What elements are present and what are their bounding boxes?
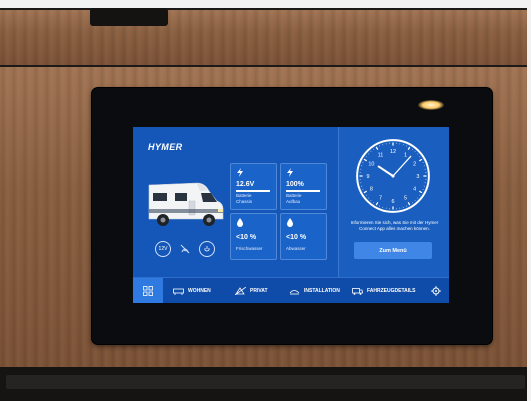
grid-icon bbox=[143, 286, 153, 296]
lightning-icon bbox=[287, 168, 293, 177]
zum-menu-button[interactable]: Zum Menü bbox=[354, 242, 432, 259]
clock-tick bbox=[411, 202, 413, 204]
wood-cabinet-top bbox=[0, 10, 531, 65]
clock-tick bbox=[419, 190, 423, 194]
tile-value: 12.6V bbox=[236, 181, 255, 188]
hour-hand bbox=[377, 165, 394, 177]
bottom-rail bbox=[0, 367, 531, 401]
lightning-icon bbox=[237, 168, 243, 177]
gear-icon[interactable] bbox=[431, 286, 441, 296]
connect-panel: 1 2 3 4 5 6 7 8 9 10 11 12 Informieren Sie sich, wa… bbox=[338, 127, 449, 277]
living-icon bbox=[173, 288, 184, 295]
status-icons-row: 12V bbox=[155, 241, 215, 257]
battery-12v-icon[interactable]: 12V bbox=[155, 241, 171, 257]
control-panel-screen: HYMER 12V 12.6V Batterie Chassis 100% Ba… bbox=[133, 127, 449, 303]
nav-label: PRIVAT bbox=[250, 288, 268, 294]
ceiling-light-reflection bbox=[418, 100, 444, 110]
clock-tick bbox=[419, 158, 423, 162]
nav-wohnen[interactable]: WOHNEN bbox=[173, 278, 211, 303]
clock-numeral: 3 bbox=[416, 174, 419, 180]
clock-tick bbox=[367, 197, 370, 199]
clock-numeral: 2 bbox=[413, 161, 416, 167]
tile-label: Batterie Chassis bbox=[236, 193, 253, 204]
bottom-navigation: WOHNEN PRIVAT INSTALLATION FAHRZEUGDETAI… bbox=[133, 277, 449, 303]
motorhome-image bbox=[148, 182, 224, 226]
clock-numeral: 7 bbox=[379, 196, 382, 202]
clock-numeral: 1 bbox=[404, 152, 407, 158]
hymer-logo: HYMER bbox=[148, 142, 183, 152]
tile-battery-aufbau[interactable]: 100% Batterie Aufbau bbox=[280, 163, 327, 210]
nav-label: WOHNEN bbox=[188, 288, 211, 294]
clock-numeral: 11 bbox=[378, 152, 384, 158]
clock-tick bbox=[370, 150, 372, 153]
home-grid-button[interactable] bbox=[133, 278, 163, 303]
clock-tick bbox=[363, 190, 367, 194]
tile-battery-chassis[interactable]: 12.6V Batterie Chassis bbox=[230, 163, 277, 210]
clock-tick bbox=[370, 199, 372, 202]
clock-numeral: 6 bbox=[391, 199, 394, 205]
nav-label: FAHRZEUGDETAILS bbox=[367, 288, 416, 294]
clock-tick bbox=[414, 150, 416, 153]
cabinet-handle bbox=[90, 8, 168, 26]
clock-numeral: 10 bbox=[368, 161, 374, 167]
water-drop-icon bbox=[237, 218, 243, 227]
clock-tick bbox=[373, 202, 375, 204]
tile-value: 100% bbox=[286, 181, 304, 188]
clock-tick bbox=[373, 148, 375, 150]
nav-installation[interactable]: INSTALLATION bbox=[289, 278, 340, 303]
clock-numeral: 5 bbox=[404, 196, 407, 202]
clock-tick bbox=[416, 153, 419, 155]
nav-fahrzeugdetails[interactable]: FAHRZEUGDETAILS bbox=[352, 278, 416, 303]
clock-tick bbox=[363, 158, 367, 162]
clock-tick bbox=[419, 156, 421, 158]
clock-tick bbox=[411, 148, 413, 150]
clock-tick bbox=[416, 197, 419, 199]
tile-value: <10 % bbox=[236, 234, 257, 241]
clock-tick bbox=[367, 153, 370, 155]
photo-edge-right bbox=[527, 0, 531, 401]
clock-tick bbox=[419, 194, 421, 196]
signal-off-icon[interactable] bbox=[179, 243, 191, 255]
clock-numeral: 9 bbox=[367, 174, 370, 180]
clock-tick bbox=[414, 199, 416, 202]
clock-tick bbox=[407, 146, 411, 150]
tile-value: <10 % bbox=[286, 234, 307, 241]
power-plug-icon[interactable] bbox=[199, 241, 215, 257]
tile-bar bbox=[286, 190, 320, 192]
photo-edge-top bbox=[0, 0, 531, 8]
minute-hand bbox=[392, 155, 412, 177]
water-drop-icon bbox=[287, 218, 293, 227]
clock-numeral: 4 bbox=[413, 186, 416, 192]
installation-icon bbox=[289, 290, 300, 295]
tile-waste-water[interactable]: <10 % Abwasser bbox=[280, 213, 327, 260]
clock-tick bbox=[407, 202, 411, 206]
tile-label: Abwasser bbox=[286, 246, 306, 251]
tile-label: Batterie Aufbau bbox=[286, 193, 302, 204]
tile-fresh-water[interactable]: <10 % Frischwasser bbox=[230, 213, 277, 260]
clock-tick bbox=[375, 202, 379, 206]
connect-info-text: Informieren Sie sich, was Sie mit der Hy… bbox=[350, 220, 439, 231]
clock-tick bbox=[375, 146, 379, 150]
tile-bar bbox=[236, 190, 270, 192]
tile-label: Frischwasser bbox=[236, 246, 263, 251]
clock-tick bbox=[365, 194, 367, 196]
nav-privat[interactable]: PRIVAT bbox=[235, 278, 268, 303]
analog-clock: 123456789101112 bbox=[356, 139, 430, 213]
privacy-icon bbox=[235, 287, 246, 295]
nav-label: INSTALLATION bbox=[304, 288, 340, 294]
clock-numeral: 12 bbox=[390, 149, 396, 155]
clock-tick bbox=[365, 156, 367, 158]
vehicle-details-icon bbox=[352, 288, 363, 295]
clock-numeral: 8 bbox=[370, 186, 373, 192]
